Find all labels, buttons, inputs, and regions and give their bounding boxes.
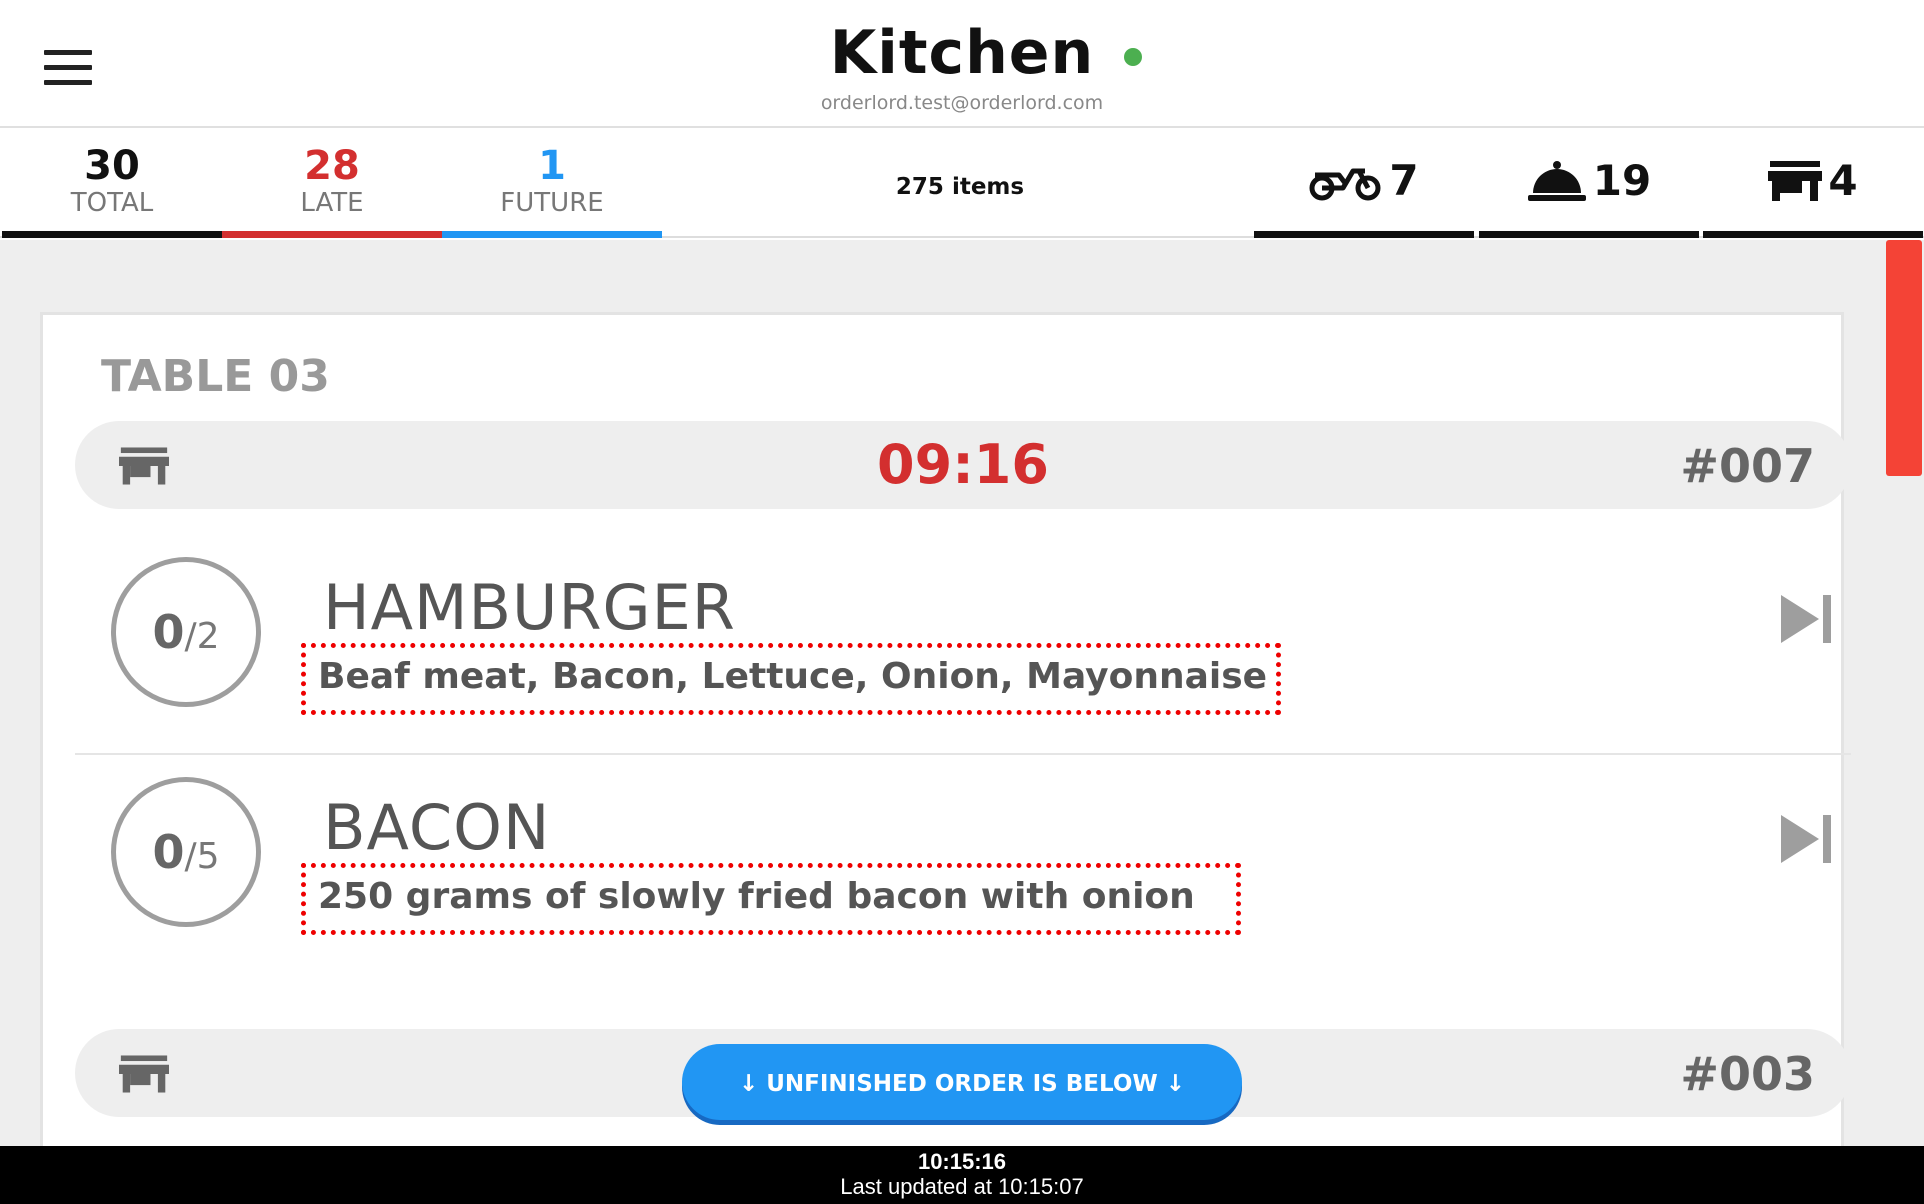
item-progress-counter[interactable]: 0/5 bbox=[111, 777, 261, 927]
item-description: Beaf meat, Bacon, Lettuce, Onion, Mayonn… bbox=[301, 643, 1281, 715]
progress-done: 0 bbox=[152, 825, 185, 879]
total-label: TOTAL bbox=[70, 188, 154, 218]
delivery-mode-tab[interactable]: 7 bbox=[1254, 130, 1474, 238]
scrollbar-thumb[interactable] bbox=[1886, 240, 1922, 476]
late-count: 28 bbox=[304, 143, 360, 189]
online-status-dot bbox=[1124, 48, 1143, 66]
page-title: Kitchen bbox=[829, 18, 1143, 88]
page-title-text: Kitchen bbox=[829, 18, 1095, 88]
takeaway-underline bbox=[1703, 231, 1923, 238]
takeaway-mode-tab[interactable]: 4 bbox=[1703, 130, 1923, 238]
item-description: 250 grams of slowly fried bacon with oni… bbox=[301, 863, 1241, 935]
dine-in-mode-tab[interactable]: 19 bbox=[1479, 130, 1699, 238]
dine-in-underline bbox=[1479, 231, 1699, 238]
future-label: FUTURE bbox=[500, 188, 604, 218]
order-number: #003 bbox=[1680, 1047, 1815, 1101]
order-header[interactable]: 09:16 #007 bbox=[75, 421, 1851, 509]
filter-total-tab[interactable]: 30 TOTAL bbox=[2, 130, 222, 238]
app-header: Kitchen orderlord.test@orderlord.com bbox=[0, 0, 1924, 128]
current-time: 10:15:16 bbox=[917, 1149, 1007, 1174]
future-underline bbox=[442, 231, 662, 238]
progress-total: /5 bbox=[184, 836, 220, 877]
progress-total: /2 bbox=[184, 616, 220, 657]
late-underline bbox=[222, 231, 442, 238]
total-count: 30 bbox=[84, 143, 140, 189]
skip-next-icon[interactable] bbox=[1779, 591, 1835, 647]
takeaway-count: 4 bbox=[1828, 156, 1858, 205]
late-label: LATE bbox=[300, 188, 364, 218]
filter-future-tab[interactable]: 1 FUTURE bbox=[442, 130, 662, 238]
items-count: 275 items bbox=[895, 174, 1025, 200]
table-card: TABLE 03 09:16 #007 0/2 HAMBURGER Beaf m… bbox=[40, 312, 1851, 1146]
delivery-underline bbox=[1254, 231, 1474, 238]
store-icon bbox=[119, 1055, 169, 1093]
last-updated: Last updated at 10:15:07 bbox=[840, 1174, 1084, 1199]
order-time: 09:16 bbox=[877, 433, 1049, 496]
status-footer: 10:15:16 Last updated at 10:15:07 bbox=[0, 1146, 1924, 1204]
store-icon bbox=[1768, 160, 1823, 201]
stats-bar: 30 TOTAL 28 LATE 1 FUTURE 275 items 7 19… bbox=[0, 130, 1924, 238]
delivery-count: 7 bbox=[1389, 156, 1419, 205]
scooter-icon bbox=[1309, 168, 1381, 200]
filter-late-tab[interactable]: 28 LATE bbox=[222, 130, 442, 238]
item-name: BACON bbox=[323, 791, 551, 864]
orders-list[interactable]: TABLE 03 09:16 #007 0/2 HAMBURGER Beaf m… bbox=[0, 240, 1924, 1146]
item-progress-counter[interactable]: 0/2 bbox=[111, 557, 261, 707]
progress-done: 0 bbox=[152, 605, 185, 659]
future-count: 1 bbox=[538, 143, 566, 189]
order-item: 0/2 HAMBURGER Beaf meat, Bacon, Lettuce,… bbox=[75, 535, 1851, 755]
account-email: orderlord.test@orderlord.com bbox=[820, 92, 1104, 114]
cloche-icon bbox=[1527, 160, 1586, 201]
skip-next-icon[interactable] bbox=[1779, 811, 1835, 867]
unfinished-order-below-button[interactable]: ↓ UNFINISHED ORDER IS BELOW ↓ bbox=[682, 1044, 1242, 1120]
order-number: #007 bbox=[1680, 439, 1815, 493]
dine-in-count: 19 bbox=[1592, 156, 1652, 205]
order-item: 0/5 BACON 250 grams of slowly fried baco… bbox=[75, 755, 1851, 975]
total-underline bbox=[2, 231, 222, 238]
item-name: HAMBURGER bbox=[323, 571, 736, 644]
table-name: TABLE 03 bbox=[101, 351, 330, 402]
